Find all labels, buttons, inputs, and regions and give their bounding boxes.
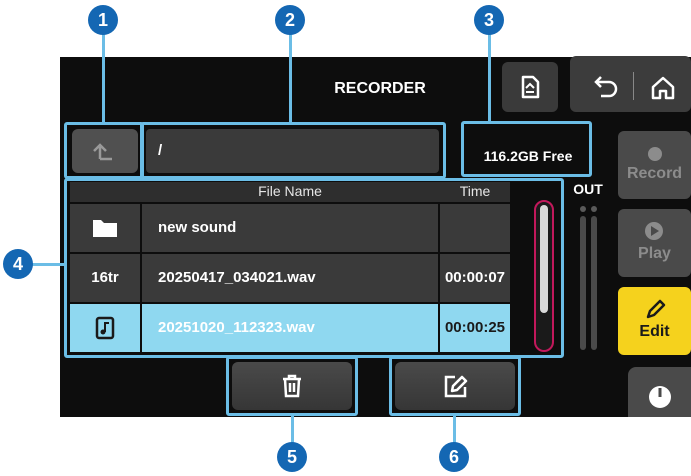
callout-5: 5 bbox=[277, 442, 307, 472]
timer-icon bbox=[649, 386, 671, 408]
callout-line-6 bbox=[453, 414, 456, 444]
edit-button[interactable]: Edit bbox=[618, 287, 691, 355]
record-icon bbox=[647, 147, 662, 161]
callout-line-2 bbox=[289, 34, 292, 124]
callout-3: 3 bbox=[474, 5, 504, 35]
record-label: Record bbox=[626, 165, 683, 182]
page-title: RECORDER bbox=[334, 80, 426, 97]
play-icon bbox=[645, 222, 663, 240]
meter-label: OUT bbox=[573, 181, 603, 197]
home-button[interactable] bbox=[636, 62, 691, 112]
meter-bar-left bbox=[580, 216, 586, 350]
callout-frame-6 bbox=[389, 356, 521, 416]
callout-2: 2 bbox=[275, 5, 305, 35]
callout-frame-5 bbox=[226, 356, 358, 416]
save-file-button[interactable] bbox=[502, 62, 558, 112]
play-button[interactable]: Play bbox=[618, 209, 691, 277]
play-label: Play bbox=[638, 245, 671, 262]
callout-frame-2 bbox=[140, 122, 446, 179]
callout-6: 6 bbox=[439, 442, 469, 472]
callout-line-3 bbox=[488, 34, 491, 124]
callout-line-5 bbox=[291, 414, 294, 444]
divider bbox=[633, 72, 634, 100]
callout-1: 1 bbox=[88, 5, 118, 35]
timer-button[interactable] bbox=[628, 367, 691, 417]
file-card-icon bbox=[521, 75, 540, 99]
callout-frame-1 bbox=[64, 122, 144, 179]
pencil-icon bbox=[646, 299, 666, 319]
meter-peak-right bbox=[591, 206, 597, 212]
home-icon bbox=[651, 76, 675, 100]
callout-frame-3 bbox=[461, 121, 592, 177]
back-button[interactable] bbox=[575, 62, 631, 112]
meter-bar-right bbox=[591, 216, 597, 350]
record-button[interactable]: Record bbox=[618, 131, 691, 199]
back-icon bbox=[594, 76, 618, 98]
meter-peak-left bbox=[580, 206, 586, 212]
callout-line-1 bbox=[102, 34, 105, 124]
callout-4: 4 bbox=[3, 249, 33, 279]
edit-label: Edit bbox=[639, 323, 670, 340]
callout-frame-4 bbox=[64, 178, 564, 358]
